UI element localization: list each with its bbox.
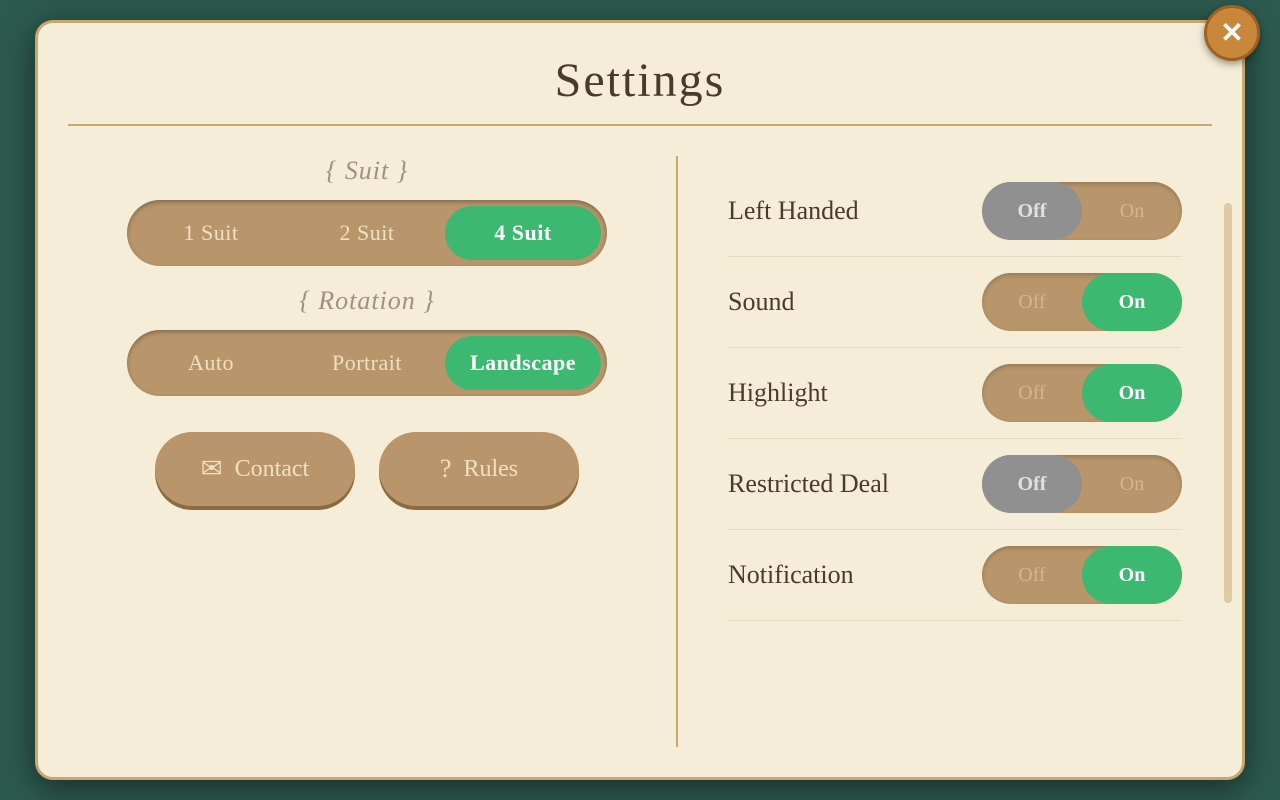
modal-title: Settings: [555, 23, 726, 124]
setting-row-sound: Sound Off On: [728, 257, 1182, 348]
highlight-off[interactable]: Off: [982, 364, 1082, 422]
restricted-deal-label: Restricted Deal: [728, 469, 889, 499]
restricted-deal-off[interactable]: Off: [982, 455, 1082, 513]
sound-toggle[interactable]: Off On: [982, 273, 1182, 331]
suit-option-4suit[interactable]: 4 Suit: [445, 206, 601, 260]
rules-label: Rules: [463, 456, 518, 483]
notification-label: Notification: [728, 560, 854, 590]
contact-label: Contact: [235, 456, 310, 483]
modal-body: { Suit } 1 Suit 2 Suit 4 Suit { Rotation…: [38, 156, 1242, 747]
rules-button[interactable]: ? Rules: [379, 432, 579, 506]
rotation-section: { Rotation } Auto Portrait Landscape: [98, 286, 636, 396]
notification-off[interactable]: Off: [982, 546, 1082, 604]
contact-icon: ✉: [201, 454, 223, 484]
setting-row-restricted-deal: Restricted Deal Off On: [728, 439, 1182, 530]
restricted-deal-on[interactable]: On: [1082, 455, 1182, 513]
left-panel: { Suit } 1 Suit 2 Suit 4 Suit { Rotation…: [98, 156, 678, 747]
highlight-label: Highlight: [728, 378, 828, 408]
left-handed-label: Left Handed: [728, 196, 859, 226]
right-panel: Left Handed Off On Sound Off On Highligh…: [678, 156, 1182, 747]
highlight-toggle[interactable]: Off On: [982, 364, 1182, 422]
suit-section: { Suit } 1 Suit 2 Suit 4 Suit: [98, 156, 636, 266]
suit-toggle-group: 1 Suit 2 Suit 4 Suit: [127, 200, 607, 266]
setting-row-notification: Notification Off On: [728, 530, 1182, 621]
title-divider: [68, 124, 1212, 126]
contact-button[interactable]: ✉ Contact: [155, 432, 355, 506]
notification-on[interactable]: On: [1082, 546, 1182, 604]
action-buttons: ✉ Contact ? Rules: [155, 432, 579, 506]
left-handed-off[interactable]: Off: [982, 182, 1082, 240]
rotation-option-auto[interactable]: Auto: [133, 336, 289, 390]
restricted-deal-toggle[interactable]: Off On: [982, 455, 1182, 513]
sound-label: Sound: [728, 287, 794, 317]
scrollbar[interactable]: [1224, 203, 1232, 603]
suit-option-2suit[interactable]: 2 Suit: [289, 206, 445, 260]
setting-row-highlight: Highlight Off On: [728, 348, 1182, 439]
close-button[interactable]: ✕: [1204, 5, 1260, 61]
setting-row-left-handed: Left Handed Off On: [728, 166, 1182, 257]
left-handed-on[interactable]: On: [1082, 182, 1182, 240]
left-handed-toggle[interactable]: Off On: [982, 182, 1182, 240]
settings-modal: ✕ Settings { Suit } 1 Suit 2 Suit 4 Suit…: [35, 20, 1245, 780]
rotation-option-landscape[interactable]: Landscape: [445, 336, 601, 390]
rotation-section-label: { Rotation }: [299, 286, 434, 316]
suit-section-label: { Suit }: [326, 156, 408, 186]
rules-icon: ?: [440, 454, 452, 484]
sound-off[interactable]: Off: [982, 273, 1082, 331]
suit-option-1suit[interactable]: 1 Suit: [133, 206, 289, 260]
sound-on[interactable]: On: [1082, 273, 1182, 331]
rotation-option-portrait[interactable]: Portrait: [289, 336, 445, 390]
notification-toggle[interactable]: Off On: [982, 546, 1182, 604]
rotation-toggle-group: Auto Portrait Landscape: [127, 330, 607, 396]
highlight-on[interactable]: On: [1082, 364, 1182, 422]
